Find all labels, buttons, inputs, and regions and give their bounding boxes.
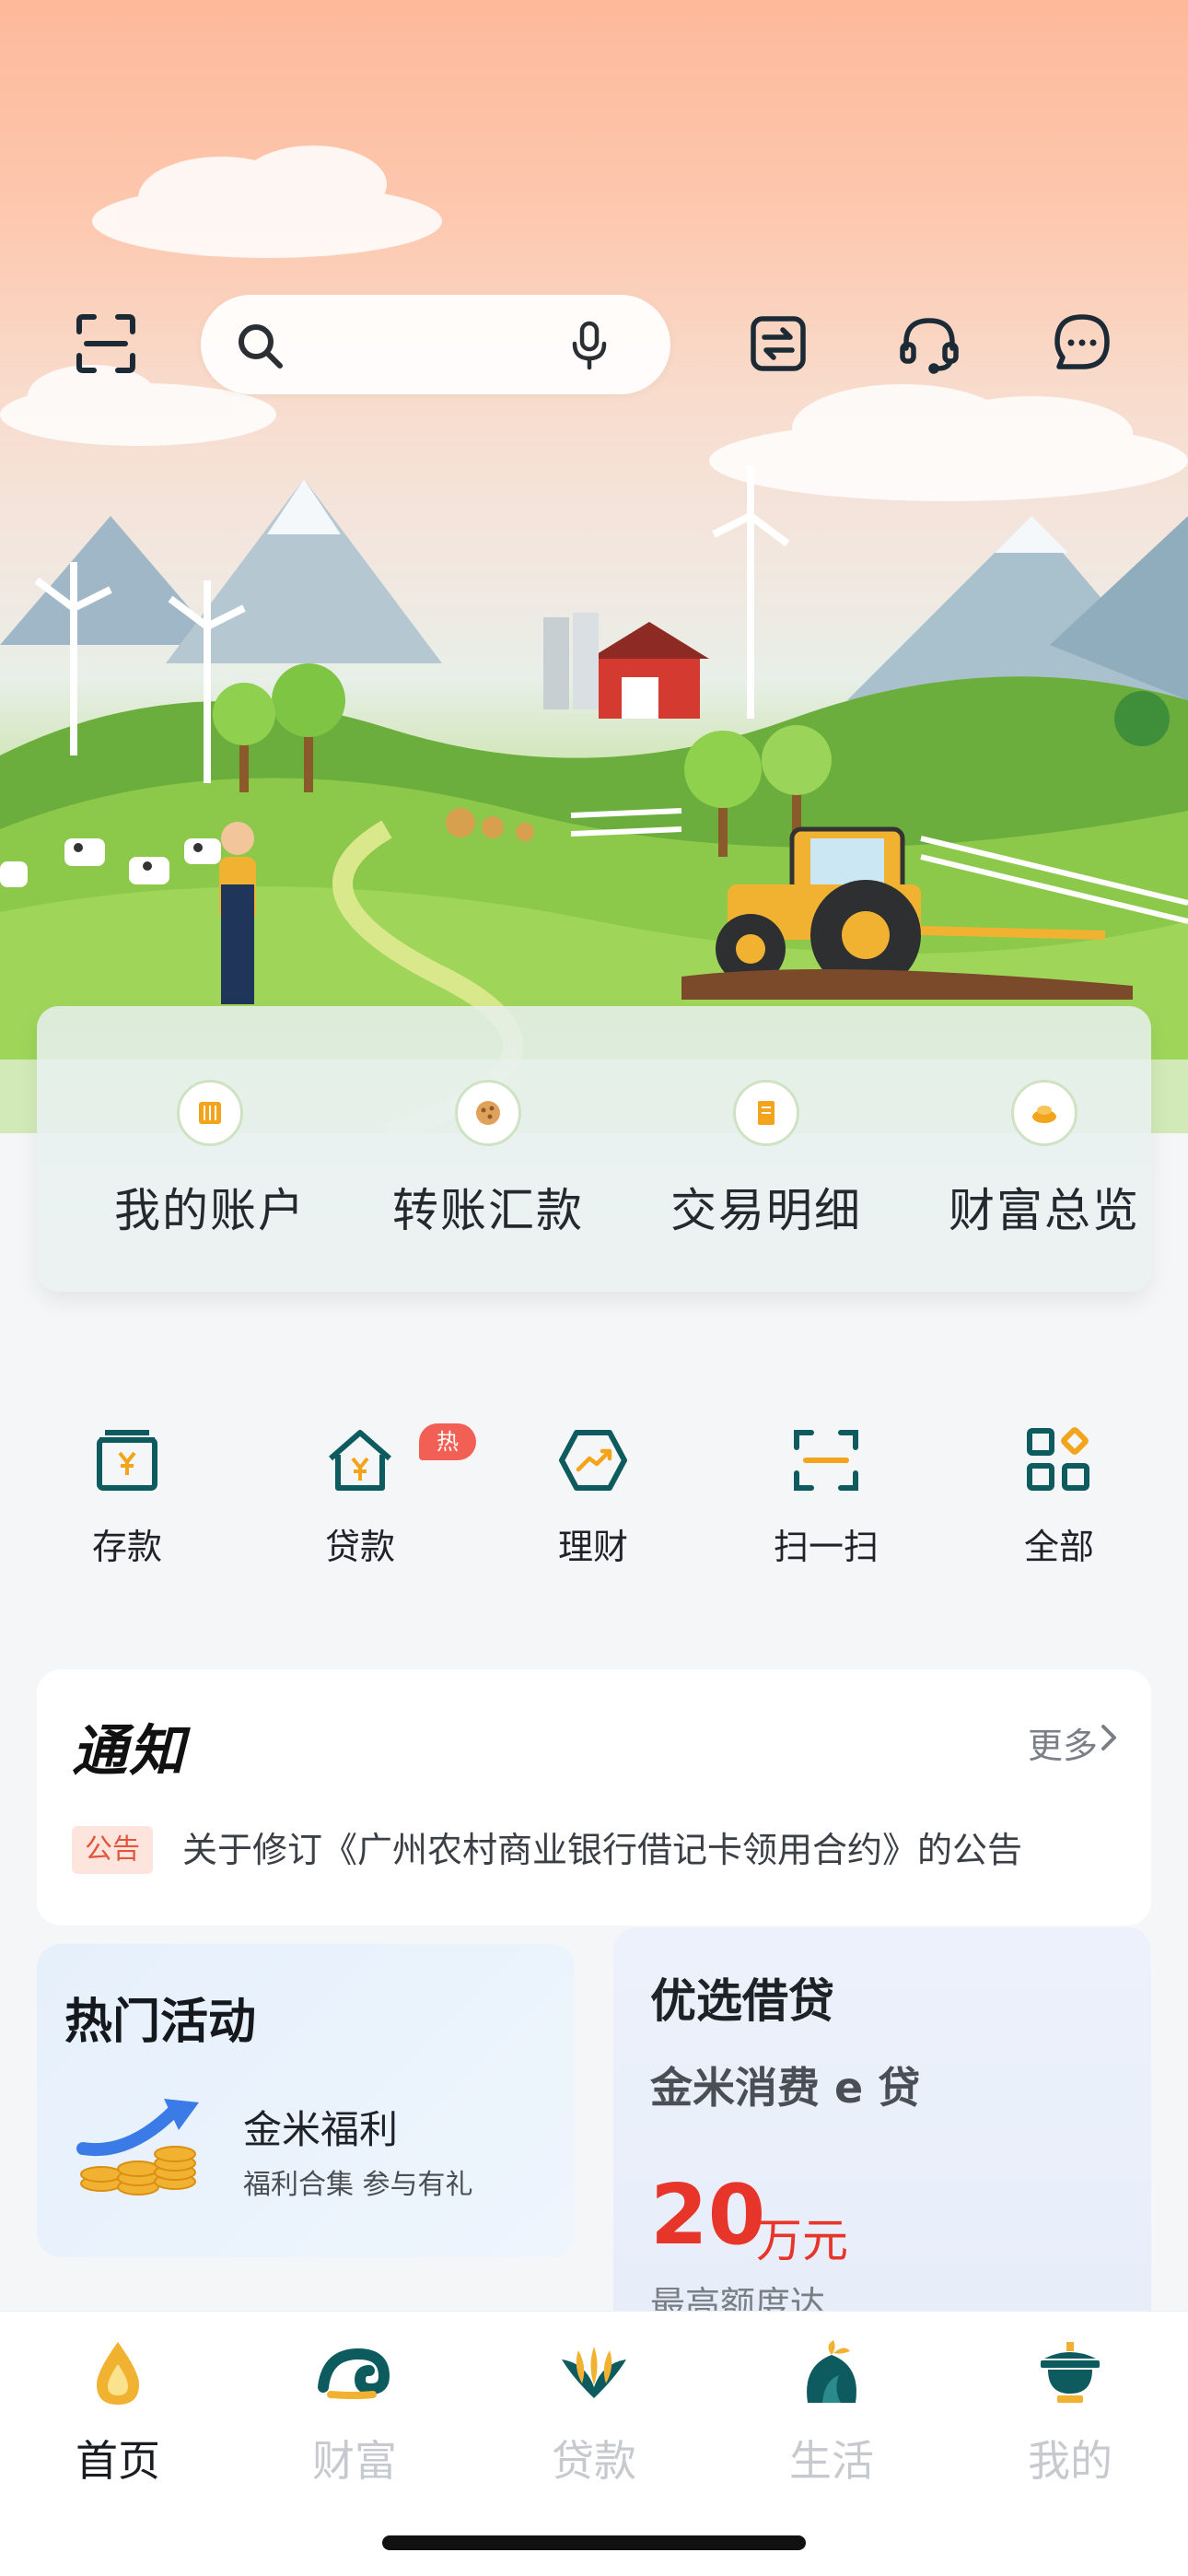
service-label: 扫一扫 <box>773 1527 879 1567</box>
loan-icon <box>319 1419 402 1502</box>
chevron-right-icon[interactable] <box>1092 1721 1125 1754</box>
profile-pot-icon <box>1029 2332 1112 2415</box>
transfer-icon[interactable] <box>737 302 820 385</box>
activity-title: 热门活动 <box>64 1995 257 2050</box>
hot-badge: 热 <box>419 1423 476 1460</box>
quick-wealth-overview[interactable]: 财富总览 <box>906 1080 1151 1240</box>
loan-amount: 20 <box>650 2167 766 2264</box>
transfer-coin-icon <box>455 1080 521 1146</box>
scan-icon <box>785 1419 868 1502</box>
wealth-icon <box>1011 1080 1077 1146</box>
loan-card[interactable]: 优选借贷 金米消费 e 贷 20 万元 最高额度达 <box>613 1927 1151 2314</box>
tab-label: 财富 <box>312 2436 397 2486</box>
tab-profile[interactable]: 我的 <box>978 2332 1162 2488</box>
tab-label: 首页 <box>76 2436 160 2486</box>
service-finance[interactable]: 理财 <box>492 1419 694 1569</box>
service-scan[interactable]: 扫一扫 <box>725 1419 927 1569</box>
quick-label: 我的账户 <box>114 1184 306 1237</box>
finance-icon <box>552 1419 635 1502</box>
top-bar <box>0 295 1188 396</box>
quick-label: 交易明细 <box>670 1184 862 1237</box>
activity-item-title: 金米福利 <box>243 2107 399 2152</box>
notice-tag: 公告 <box>72 1826 153 1874</box>
hot-activity-card[interactable]: 热门活动 金米福利 福利合集 参与有礼 <box>37 1944 575 2257</box>
tab-loan[interactable]: 贷款 <box>502 2332 686 2488</box>
service-deposit[interactable]: 存款 <box>26 1419 228 1569</box>
deposit-icon <box>86 1419 169 1502</box>
tab-label: 生活 <box>789 2436 874 2486</box>
grid-icon <box>1018 1419 1101 1502</box>
service-label: 全部 <box>1023 1527 1094 1567</box>
farm-illustration <box>0 146 1188 1133</box>
coin-growth-icon <box>76 2099 199 2195</box>
service-label: 贷款 <box>324 1527 395 1567</box>
tab-life[interactable]: 生活 <box>740 2332 924 2488</box>
service-label: 理财 <box>557 1527 628 1567</box>
service-all[interactable]: 全部 <box>958 1419 1160 1569</box>
hero-banner <box>0 0 1188 1133</box>
loan-card-title: 优选借贷 <box>650 1974 834 2028</box>
wealth-wave-icon <box>313 2332 396 2415</box>
notice-item[interactable]: 关于修订《广州农村商业银行借记卡领用合约》的公告 <box>182 1826 1022 1874</box>
notice-more-link[interactable]: 更多 <box>1028 1717 1098 1768</box>
loan-amount-unit: 万元 <box>756 2214 848 2267</box>
tab-label: 我的 <box>1028 2436 1112 2486</box>
home-drop-icon <box>76 2332 159 2415</box>
tab-wealth[interactable]: 财富 <box>262 2332 447 2488</box>
notice-title: 通知 <box>72 1719 186 1784</box>
mic-icon[interactable] <box>564 320 615 371</box>
loan-product-name: 金米消费 e 贷 <box>650 2063 921 2113</box>
account-icon <box>177 1080 243 1146</box>
quick-label: 财富总览 <box>949 1184 1140 1237</box>
headset-icon[interactable] <box>888 302 971 385</box>
loan-leaf-icon <box>553 2332 635 2415</box>
quick-actions-card: 我的账户 转账汇款 交易明细 财富总览 <box>37 1006 1151 1292</box>
tab-label: 贷款 <box>552 2436 636 2486</box>
service-label: 存款 <box>91 1527 162 1567</box>
loan-limit-label: 最高额度达 <box>650 2284 826 2314</box>
search-bar[interactable] <box>201 295 670 394</box>
detail-icon <box>733 1080 799 1146</box>
search-icon <box>239 324 283 369</box>
scan-icon[interactable] <box>64 302 147 385</box>
search-input[interactable] <box>302 317 578 372</box>
tab-home[interactable]: 首页 <box>26 2332 210 2488</box>
activity-item-desc: 福利合集 参与有礼 <box>243 2169 473 2201</box>
home-indicator[interactable] <box>382 2535 806 2550</box>
quick-transfer[interactable]: 转账汇款 <box>350 1080 626 1240</box>
quick-transaction-detail[interactable]: 交易明细 <box>628 1080 904 1240</box>
quick-label: 转账汇款 <box>392 1184 584 1237</box>
life-icon <box>790 2332 873 2415</box>
quick-my-account[interactable]: 我的账户 <box>72 1080 348 1240</box>
message-icon[interactable] <box>1041 302 1124 385</box>
notice-card: 通知 更多 公告 关于修订《广州农村商业银行借记卡领用合约》的公告 <box>37 1669 1151 1926</box>
